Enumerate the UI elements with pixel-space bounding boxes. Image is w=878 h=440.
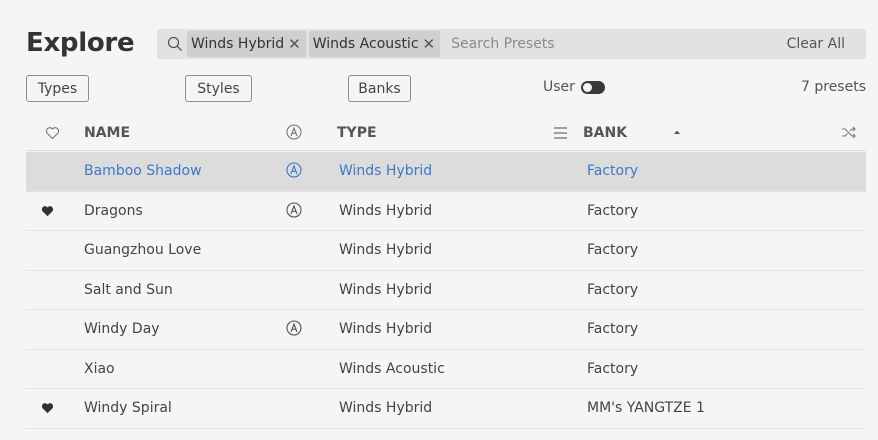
- page-title: Explore: [26, 28, 135, 58]
- chip-label: Winds Hybrid: [191, 36, 285, 52]
- heart-outline-icon[interactable]: [45, 126, 60, 140]
- banks-button[interactable]: Banks: [348, 75, 411, 102]
- table-header: NAME TYPE BANK: [26, 117, 866, 151]
- user-label: User: [543, 79, 575, 95]
- preset-type: Winds Acoustic: [339, 360, 445, 377]
- preset-type: Winds Hybrid: [339, 400, 433, 416]
- remove-chip-icon[interactable]: ✕: [423, 35, 436, 53]
- circle-a-icon[interactable]: [286, 124, 302, 140]
- column-header-bank[interactable]: BANK: [583, 125, 627, 141]
- user-filter: User: [543, 79, 605, 95]
- preset-type: Winds Hybrid: [339, 163, 433, 179]
- types-button[interactable]: Types: [26, 75, 89, 102]
- preset-type: Winds Hybrid: [339, 281, 433, 298]
- preset-name: Windy Spiral: [84, 400, 172, 416]
- table-row[interactable]: Xiao Winds Acoustic Factory: [26, 350, 866, 389]
- preset-bank: Factory: [587, 281, 639, 298]
- preset-bank: MM's YANGTZE 1: [587, 400, 705, 416]
- preset-name: Bamboo Shadow: [84, 163, 202, 179]
- preset-bank: Factory: [587, 202, 639, 219]
- filter-chip-winds-acoustic: Winds Acoustic ✕: [308, 31, 441, 57]
- preset-name: Guangzhou Love: [84, 242, 202, 258]
- clear-all-button[interactable]: Clear All: [787, 36, 845, 52]
- preset-list: Bamboo Shadow Winds Hybrid Factory Drago…: [26, 152, 866, 429]
- heart-filled-icon[interactable]: [41, 402, 54, 414]
- table-row[interactable]: Windy Day Winds Hybrid Factory: [26, 310, 866, 350]
- circle-a-icon: [286, 162, 302, 178]
- table-row[interactable]: Bamboo Shadow Winds Hybrid Factory: [26, 152, 866, 192]
- preset-bank: Factory: [587, 360, 639, 377]
- preset-bank: Factory: [587, 163, 639, 179]
- user-toggle[interactable]: [580, 80, 605, 94]
- preset-type: Winds Hybrid: [339, 321, 433, 337]
- preset-type: Winds Hybrid: [339, 242, 433, 258]
- chip-label: Winds Acoustic: [312, 36, 419, 52]
- shuffle-icon[interactable]: [841, 125, 857, 140]
- column-header-type[interactable]: TYPE: [337, 125, 377, 141]
- filter-chip-winds-hybrid: Winds Hybrid ✕: [187, 31, 306, 57]
- hamburger-menu-icon[interactable]: [553, 126, 568, 140]
- search-input[interactable]: [451, 36, 787, 52]
- circle-a-icon: [286, 320, 302, 336]
- preset-bank: Factory: [587, 242, 639, 258]
- heart-filled-icon[interactable]: [41, 205, 54, 217]
- preset-name: Xiao: [84, 360, 115, 377]
- preset-count: 7 presets: [801, 79, 866, 95]
- table-row[interactable]: Guangzhou Love Winds Hybrid Factory: [26, 231, 866, 271]
- preset-name: Dragons: [84, 202, 143, 219]
- circle-a-icon: [286, 201, 302, 218]
- styles-button[interactable]: Styles: [185, 75, 252, 102]
- preset-name: Salt and Sun: [84, 281, 173, 298]
- preset-name: Windy Day: [84, 321, 160, 337]
- table-row[interactable]: Windy Spiral Winds Hybrid MM's YANGTZE 1: [26, 389, 866, 429]
- table-row[interactable]: Salt and Sun Winds Hybrid Factory: [26, 271, 866, 310]
- sort-ascending-icon[interactable]: [673, 129, 681, 135]
- preset-type: Winds Hybrid: [339, 202, 433, 219]
- table-row[interactable]: Dragons Winds Hybrid Factory: [26, 192, 866, 231]
- search-icon: [167, 36, 182, 51]
- remove-chip-icon[interactable]: ✕: [288, 35, 301, 53]
- search-bar[interactable]: Winds Hybrid ✕ Winds Acoustic ✕ Clear Al…: [157, 29, 866, 59]
- column-header-name[interactable]: NAME: [84, 125, 130, 141]
- preset-bank: Factory: [587, 321, 639, 337]
